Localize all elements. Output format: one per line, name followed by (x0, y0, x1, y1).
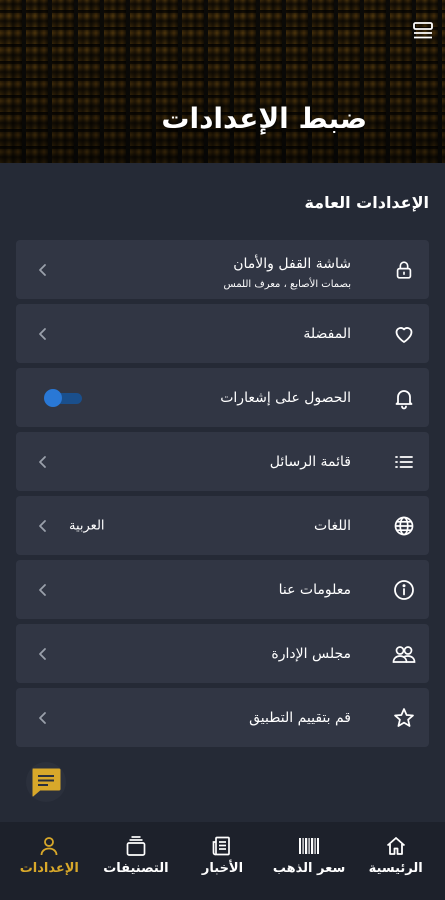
setting-messages[interactable]: قائمة الرسائل (16, 432, 429, 491)
setting-label: قائمة الرسائل (269, 453, 351, 470)
menu-icon (413, 22, 433, 39)
nav-news[interactable]: الأخبار (180, 834, 264, 900)
bell-icon (391, 385, 417, 411)
setting-rate-app[interactable]: قم بتقييم التطبيق (16, 688, 429, 747)
heart-icon (391, 321, 417, 347)
setting-sublabel: بصمات الأصابع ، معرف اللمس (223, 279, 352, 290)
chevron-left-icon (36, 647, 50, 661)
user-icon (37, 834, 61, 858)
setting-label: شاشة القفل والأمان (233, 256, 351, 272)
setting-label: المفضلة (303, 325, 351, 342)
toggle-thumb (44, 388, 62, 407)
setting-label: اللغات (314, 517, 351, 534)
nav-label: الإعدادات (19, 861, 79, 876)
setting-favorites[interactable]: المفضلة (16, 304, 429, 363)
list-icon (391, 449, 417, 475)
nav-label: سعر الذهب (272, 861, 346, 876)
setting-label: معلومات عنا (278, 581, 351, 598)
chat-icon (32, 768, 61, 797)
menu-button[interactable] (411, 20, 435, 42)
setting-board[interactable]: مجلس الإدارة (16, 624, 429, 683)
home-icon (384, 834, 408, 858)
nav-label: الرئيسية (368, 861, 423, 876)
nav-label: التصنيفات (103, 861, 169, 876)
chevron-left-icon (36, 327, 50, 341)
setting-label: مجلس الإدارة (271, 645, 351, 662)
chevron-left-icon (36, 263, 50, 277)
newspaper-icon (210, 834, 234, 858)
notifications-toggle[interactable] (44, 388, 84, 407)
setting-label: قم بتقييم التطبيق (249, 709, 351, 726)
lock-icon (391, 257, 417, 283)
nav-gold-price[interactable]: سعر الذهب (267, 834, 351, 900)
nav-categories[interactable]: التصنيفات (94, 834, 178, 900)
info-icon (391, 577, 417, 603)
page-title: ضبط الإعدادات (161, 102, 367, 135)
section-title: الإعدادات العامة (304, 193, 429, 212)
chevron-left-icon (36, 455, 50, 469)
nav-label: الأخبار (201, 861, 244, 876)
star-icon (391, 705, 417, 731)
setting-label: الحصول على إشعارات (220, 389, 351, 406)
setting-about[interactable]: معلومات عنا (16, 560, 429, 619)
setting-lock-screen[interactable]: شاشة القفل والأمان بصمات الأصابع ، معرف … (16, 240, 429, 299)
header-overlay (0, 0, 445, 163)
barcode-icon (297, 834, 321, 858)
chat-button[interactable] (26, 762, 66, 802)
nav-settings[interactable]: الإعدادات (7, 834, 91, 900)
setting-languages[interactable]: اللغات العربية (16, 496, 429, 555)
chevron-left-icon (36, 583, 50, 597)
bottom-nav: الرئيسية سعر الذهب الأخبار التصنيفات الإ… (0, 822, 445, 900)
layers-icon (124, 834, 148, 858)
nav-home[interactable]: الرئيسية (354, 834, 438, 900)
chevron-left-icon (36, 519, 50, 533)
users-icon (391, 641, 417, 667)
globe-icon (391, 513, 417, 539)
chevron-left-icon (36, 711, 50, 725)
setting-notifications: الحصول على إشعارات (16, 368, 429, 427)
language-value: العربية (69, 518, 105, 533)
